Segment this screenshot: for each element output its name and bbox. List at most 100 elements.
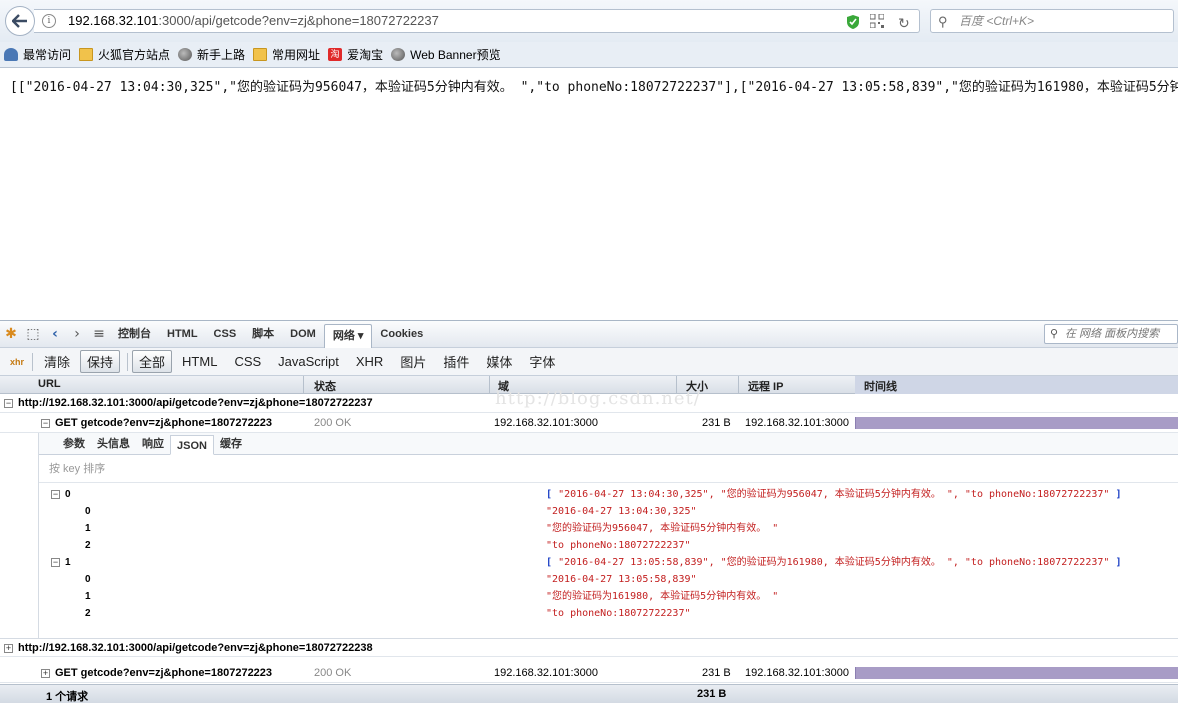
forward-icon[interactable]: ›	[66, 326, 88, 342]
bookmark-web-banner[interactable]: Web Banner预览	[391, 46, 501, 63]
request-size: 231 B	[702, 667, 731, 679]
collapse-toggle-icon[interactable]: −	[51, 489, 60, 499]
back-icon[interactable]: ‹	[44, 326, 66, 342]
tab-cookies[interactable]: Cookies	[372, 320, 431, 348]
panel-search-placeholder: 在 网络 面板内搜索	[1065, 328, 1160, 340]
tree-value: [ "2016-04-27 13:04:30,325", "您的验证码为9560…	[546, 489, 1122, 500]
url-bar[interactable]: i 192.168.32.101:3000/api/getcode?env=zj…	[34, 9, 920, 33]
request-status: 200 OK	[314, 667, 352, 679]
separator	[32, 352, 33, 371]
inspect-icon[interactable]: ⬚	[22, 326, 44, 342]
tree-node: 1 "您的验证码为161980, 本验证码5分钟内有效。 "	[39, 588, 1178, 605]
bookmark-label: 最常访问	[23, 48, 72, 62]
request-count: 1 个请求	[46, 691, 89, 703]
tab-script[interactable]: 脚本	[244, 320, 282, 348]
filter-media[interactable]: 媒体	[479, 350, 519, 373]
timeline-bar	[855, 667, 1178, 679]
request-row[interactable]: + GET getcode?env=zj&phone=1807272223 200…	[0, 663, 1178, 683]
tab-params[interactable]: 参数	[57, 434, 91, 454]
request-group[interactable]: + http://192.168.32.101:3000/api/getcode?…	[0, 638, 1178, 657]
sort-by-key-toggle[interactable]: 按 key 排序	[39, 455, 1178, 483]
detail-tabs: 参数 头信息 响应 JSON 缓存	[39, 433, 1178, 455]
column-remote-ip[interactable]: 远程 IP	[748, 378, 783, 394]
filter-images[interactable]: 图片	[393, 350, 433, 373]
tree-node: 1 "您的验证码为956047, 本验证码5分钟内有效。 "	[39, 520, 1178, 537]
tab-css[interactable]: CSS	[206, 320, 245, 348]
tree-key: 2	[85, 608, 91, 619]
filter-css[interactable]: CSS	[227, 352, 268, 371]
total-size: 231 B	[697, 688, 727, 700]
collapse-toggle-icon[interactable]: −	[4, 398, 13, 408]
panel-search-input[interactable]: ⚲ 在 网络 面板内搜索	[1044, 324, 1178, 344]
back-button[interactable]	[5, 6, 35, 36]
globe-icon	[391, 48, 406, 61]
filter-xhr[interactable]: XHR	[349, 352, 390, 371]
bookmark-firefox-site[interactable]: 火狐官方站点	[79, 46, 170, 63]
bookmark-common-sites[interactable]: 常用网址	[253, 46, 320, 63]
json-tree: − 0 [ "2016-04-27 13:04:30,325", "您的验证码为9…	[39, 483, 1178, 622]
bookmark-getting-started[interactable]: 新手上路	[178, 46, 245, 63]
request-label: + GET getcode?env=zj&phone=1807272223	[41, 663, 272, 683]
persist-button[interactable]: 保持	[80, 350, 121, 373]
folder-icon	[79, 48, 94, 61]
taobao-icon: 淘	[328, 48, 343, 61]
qr-code-icon[interactable]	[870, 14, 884, 28]
column-url[interactable]: URL	[38, 378, 61, 390]
tree-node[interactable]: −1 [ "2016-04-27 13:05:58,839", "您的验证码为1…	[39, 554, 1178, 571]
search-icon: ⚲	[1050, 328, 1059, 340]
tree-key: 0	[85, 506, 91, 517]
column-domain[interactable]: 域	[498, 378, 509, 394]
timeline-bar	[855, 417, 1178, 429]
tab-json[interactable]: JSON	[170, 435, 214, 455]
firebug-toolbar: ✱ ⬚ ‹ › ≡ 控制台 HTML CSS 脚本 DOM 网络 ▾ Cooki…	[0, 320, 1178, 348]
globe-icon	[178, 48, 193, 61]
tree-value: "to phoneNo:18072722237"	[546, 608, 691, 619]
request-url: GET getcode?env=zj&phone=1807272223	[55, 667, 273, 679]
column-size[interactable]: 大小	[686, 378, 708, 394]
request-domain: 192.168.32.101:3000	[494, 417, 598, 429]
request-domain: 192.168.32.101:3000	[494, 667, 598, 679]
folder-icon	[253, 48, 268, 61]
site-info-icon[interactable]: i	[42, 14, 56, 28]
filter-javascript[interactable]: JavaScript	[271, 352, 346, 371]
tab-dom[interactable]: DOM	[282, 320, 324, 348]
bookmark-most-visited[interactable]: 最常访问	[4, 46, 71, 63]
column-timeline[interactable]: 时间线	[864, 378, 897, 394]
tab-response[interactable]: 响应	[136, 434, 170, 454]
bookmarks-toolbar: 最常访问 火狐官方站点 新手上路 常用网址 淘爱淘宝 Web Banner预览	[0, 42, 1178, 68]
clear-button[interactable]: 清除	[37, 350, 77, 373]
filter-html[interactable]: HTML	[175, 352, 224, 371]
search-input[interactable]: ⚲ 百度 <Ctrl+K>	[930, 9, 1174, 33]
request-label: − GET getcode?env=zj&phone=1807272223	[41, 413, 272, 433]
tree-node[interactable]: −0 [ "2016-04-27 13:04:30,325", "您的验证码为9…	[39, 486, 1178, 503]
firebug-panel: ✱ ⬚ ‹ › ≡ 控制台 HTML CSS 脚本 DOM 网络 ▾ Cooki…	[0, 320, 1178, 703]
response-body-text: [["2016-04-27 13:04:30,325","您的验证码为95604…	[10, 80, 1178, 95]
column-status[interactable]: 状态	[314, 378, 336, 394]
filter-fonts[interactable]: 字体	[522, 350, 562, 373]
filter-all[interactable]: 全部	[132, 350, 173, 373]
bookmark-label: 爱淘宝	[347, 48, 384, 62]
expand-toggle-icon[interactable]: +	[41, 668, 50, 678]
bookmark-taobao[interactable]: 淘爱淘宝	[328, 46, 383, 63]
tab-console[interactable]: 控制台	[110, 320, 159, 348]
collapse-toggle-icon[interactable]: −	[41, 418, 50, 428]
separator	[127, 352, 129, 371]
navigation-toolbar: i 192.168.32.101:3000/api/getcode?env=zj…	[0, 0, 1178, 42]
tab-net[interactable]: 网络 ▾	[323, 324, 373, 348]
search-icon: ⚲	[938, 14, 948, 29]
expand-toggle-icon[interactable]: +	[4, 643, 13, 653]
search-placeholder: 百度 <Ctrl+K>	[959, 14, 1035, 28]
firebug-bug-icon[interactable]: ✱	[0, 326, 22, 342]
shield-icon[interactable]	[846, 14, 860, 30]
collapse-toggle-icon[interactable]: −	[51, 557, 60, 567]
request-url: GET getcode?env=zj&phone=1807272223	[55, 417, 273, 429]
tab-cache[interactable]: 缓存	[214, 434, 248, 454]
request-group[interactable]: − http://192.168.32.101:3000/api/getcode?…	[0, 394, 1178, 413]
request-row[interactable]: − GET getcode?env=zj&phone=1807272223 200…	[0, 413, 1178, 433]
tab-headers[interactable]: 头信息	[91, 434, 136, 454]
filter-plugins[interactable]: 插件	[436, 350, 476, 373]
reload-icon[interactable]: ↻	[898, 12, 910, 34]
tab-html[interactable]: HTML	[159, 320, 206, 348]
command-line-icon[interactable]: ≡	[88, 326, 110, 342]
tree-node: 2 "to phoneNo:18072722237"	[39, 537, 1178, 554]
